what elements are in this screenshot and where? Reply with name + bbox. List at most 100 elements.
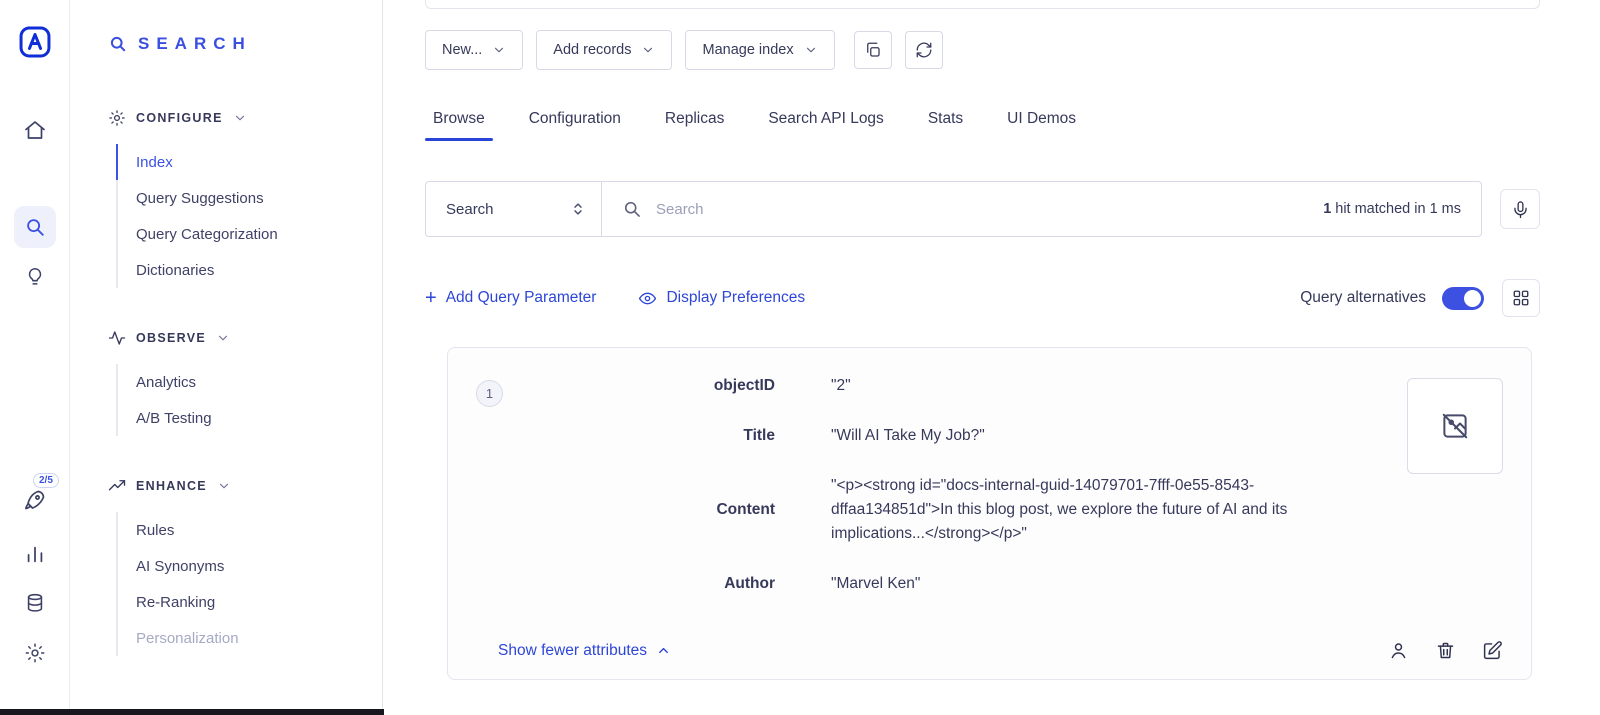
nav-items-configure: Index Query Suggestions Query Categoriza…: [116, 144, 382, 288]
copy-index-button[interactable]: [854, 31, 892, 69]
nav-group-label: OBSERVE: [136, 331, 206, 345]
record-card: 1 objectID "2" Title "Will AI Take My Jo…: [447, 347, 1532, 680]
tab-ui-demos[interactable]: UI Demos: [1007, 110, 1076, 141]
manage-index-label: Manage index: [702, 42, 793, 58]
image-off-icon: [1440, 411, 1470, 441]
hits-text: hit matched in 1 ms: [1335, 201, 1461, 217]
search-product-icon: [108, 34, 128, 54]
search-box: Search 1hit matched in 1 ms: [425, 181, 1482, 237]
query-segment: 1hit matched in 1 ms: [602, 182, 1481, 236]
microphone-icon: [1511, 200, 1530, 219]
chevron-down-icon: [217, 479, 231, 493]
record-actions: [1388, 640, 1503, 661]
record-card-footer: Show fewer attributes: [476, 640, 1503, 661]
chevron-up-icon: [656, 643, 671, 658]
sidebar-item-analytics[interactable]: Analytics: [118, 364, 382, 400]
nav-items-enhance: Rules AI Synonyms Re-Ranking Personaliza…: [116, 512, 382, 656]
sidebar-item-rules[interactable]: Rules: [118, 512, 382, 548]
search-input[interactable]: [656, 201, 1309, 218]
tab-browse[interactable]: Browse: [433, 110, 485, 141]
tab-replicas[interactable]: Replicas: [665, 110, 724, 141]
sidebar-item-dictionaries[interactable]: Dictionaries: [118, 252, 382, 288]
tab-search-api-logs[interactable]: Search API Logs: [768, 110, 883, 141]
attribute-value: "<p><strong id="docs-internal-guid-14079…: [831, 474, 1376, 546]
layout-grid-button[interactable]: [1502, 279, 1540, 317]
stepper-chevrons-icon: [569, 200, 587, 218]
sidebar-item-ai-synonyms[interactable]: AI Synonyms: [118, 548, 382, 584]
recommend-lightbulb-icon[interactable]: [24, 266, 46, 288]
rocket-icon[interactable]: [23, 488, 47, 512]
tab-stats[interactable]: Stats: [928, 110, 963, 141]
voice-search-button[interactable]: [1500, 189, 1540, 229]
settings-gear-icon[interactable]: [24, 642, 46, 664]
chevron-down-icon: [804, 43, 818, 57]
chevron-down-icon: [233, 111, 247, 125]
nav-group-configure-header[interactable]: CONFIGURE: [108, 106, 382, 130]
record-image-placeholder: [1407, 378, 1503, 474]
index-header-edge: [425, 0, 1540, 9]
nav-group-enhance-header[interactable]: ENHANCE: [108, 474, 382, 498]
query-alternatives-label: Query alternatives: [1300, 289, 1426, 307]
attribute-value: "Will AI Take My Job?": [831, 424, 1376, 448]
hits-count: 1: [1323, 201, 1331, 217]
sidebar-item-personalization[interactable]: Personalization: [118, 620, 382, 656]
plus-icon: +: [425, 288, 437, 308]
nav-group-enhance: ENHANCE Rules AI Synonyms Re-Ranking Per…: [108, 474, 382, 656]
sidebar-item-re-ranking[interactable]: Re-Ranking: [118, 584, 382, 620]
new-button[interactable]: New...: [425, 30, 523, 70]
trending-up-icon: [108, 477, 126, 495]
chevron-down-icon: [216, 331, 230, 345]
algolia-logo-icon[interactable]: [17, 24, 53, 60]
query-alternatives-toggle[interactable]: [1442, 287, 1484, 310]
attribute-name: Content: [513, 501, 775, 519]
copy-icon: [864, 41, 882, 59]
query-alternatives-control: Query alternatives: [1300, 287, 1484, 310]
manage-index-button[interactable]: Manage index: [685, 30, 834, 70]
search-row: Search 1hit matched in 1 ms: [425, 181, 1540, 237]
display-preferences-link[interactable]: Display Preferences: [638, 289, 805, 308]
refresh-icon: [915, 41, 933, 59]
toggle-knob: [1464, 290, 1481, 307]
search-nav-icon[interactable]: [14, 206, 56, 248]
sidebar-item-query-suggestions[interactable]: Query Suggestions: [118, 180, 382, 216]
add-query-parameter-link[interactable]: + Add Query Parameter: [425, 288, 596, 308]
database-icon[interactable]: [24, 592, 46, 614]
nav-items-observe: Analytics A/B Testing: [116, 364, 382, 436]
bottom-edge-bar: [0, 709, 384, 715]
nav-group-label: ENHANCE: [136, 479, 207, 493]
tab-configuration[interactable]: Configuration: [529, 110, 621, 141]
chevron-down-icon: [641, 43, 655, 57]
analytics-bars-icon[interactable]: [24, 543, 46, 565]
sidebar: SEARCH CONFIGURE Index Query Suggestions…: [70, 0, 383, 715]
trash-icon[interactable]: [1435, 640, 1456, 661]
new-button-label: New...: [442, 42, 482, 58]
sidebar-item-query-categorization[interactable]: Query Categorization: [118, 216, 382, 252]
nav-group-observe: OBSERVE Analytics A/B Testing: [108, 326, 382, 436]
product-title[interactable]: SEARCH: [108, 34, 382, 54]
user-icon[interactable]: [1388, 640, 1409, 661]
home-icon[interactable]: [23, 118, 47, 142]
search-icon: [622, 199, 642, 219]
search-mode-selector[interactable]: Search: [426, 182, 602, 236]
nav-group-configure: CONFIGURE Index Query Suggestions Query …: [108, 106, 382, 288]
toolbar: New... Add records Manage index: [425, 30, 1540, 70]
sidebar-item-index[interactable]: Index: [116, 144, 382, 180]
refresh-button[interactable]: [905, 31, 943, 69]
product-title-label: SEARCH: [138, 34, 252, 54]
hits-status: 1hit matched in 1 ms: [1323, 201, 1461, 217]
sidebar-item-ab-testing[interactable]: A/B Testing: [118, 400, 382, 436]
attribute-name: objectID: [513, 377, 775, 395]
show-fewer-attributes-link[interactable]: Show fewer attributes: [498, 642, 671, 660]
show-fewer-label: Show fewer attributes: [498, 642, 647, 660]
search-mode-label: Search: [446, 201, 494, 218]
activity-icon: [108, 329, 126, 347]
usage-badge: 2/5: [33, 473, 59, 488]
attribute-name: Title: [513, 427, 775, 445]
record-attributes: objectID "2" Title "Will AI Take My Job?…: [513, 374, 1379, 596]
nav-group-observe-header[interactable]: OBSERVE: [108, 326, 382, 350]
attribute-value: "Marvel Ken": [831, 572, 1376, 596]
edit-icon[interactable]: [1482, 640, 1503, 661]
add-records-button[interactable]: Add records: [536, 30, 672, 70]
add-records-label: Add records: [553, 42, 631, 58]
display-preferences-label: Display Preferences: [666, 289, 805, 307]
